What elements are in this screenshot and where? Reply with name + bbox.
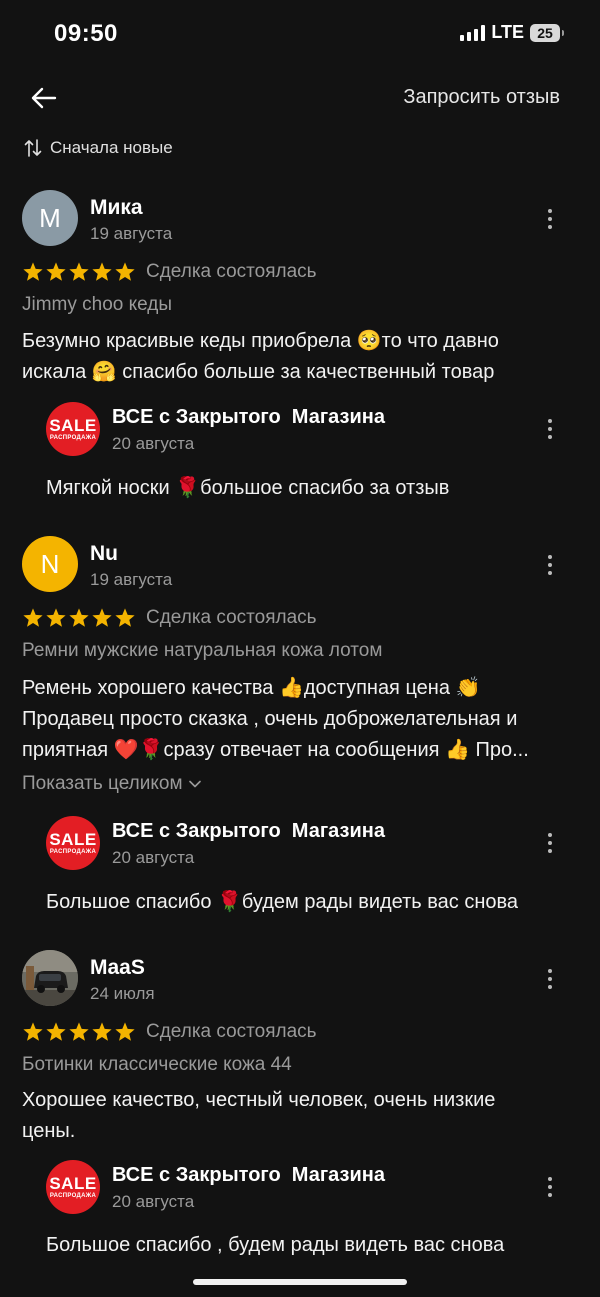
deal-status: Сделка состоялась	[146, 261, 317, 282]
review-card: М Мика 19 августа Сделка состоялась Jimm…	[0, 190, 600, 510]
chevron-down-icon	[188, 780, 201, 788]
seller-logo[interactable]: SALE РАСПРОДАЖА	[46, 402, 100, 456]
star-icon	[92, 608, 112, 627]
star-rating	[22, 261, 136, 283]
reply-date: 20 августа	[112, 1192, 195, 1211]
star-icon	[23, 262, 43, 281]
more-options-icon[interactable]	[538, 550, 562, 580]
star-icon	[23, 1022, 43, 1041]
sort-label: Сначала новые	[50, 138, 173, 157]
seller-name[interactable]: ВСЕ с Закрытого Магазина	[112, 820, 385, 843]
user-name[interactable]: Мика	[90, 196, 143, 220]
more-options-icon[interactable]	[538, 964, 562, 994]
request-review-button[interactable]: Запросить отзыв	[403, 86, 560, 109]
star-rating	[22, 1021, 136, 1043]
show-more-button[interactable]: Показать целиком	[22, 773, 201, 795]
avatar[interactable]: М	[22, 190, 78, 246]
star-icon	[115, 1022, 135, 1041]
sort-arrows-icon	[24, 139, 42, 157]
star-icon	[23, 608, 43, 627]
reply-date: 20 августа	[112, 848, 195, 867]
product-name[interactable]: Jimmy choo кеды	[22, 294, 172, 316]
back-button[interactable]	[24, 80, 64, 116]
product-name[interactable]: Ботинки классические кожа 44	[22, 1054, 292, 1076]
more-options-icon[interactable]	[538, 204, 562, 234]
arrow-left-icon	[31, 87, 57, 109]
star-rating	[22, 607, 136, 629]
user-name[interactable]: Nu	[90, 542, 118, 566]
deal-status: Сделка состоялась	[146, 1021, 317, 1042]
star-icon	[92, 262, 112, 281]
seller-name[interactable]: ВСЕ с Закрытого Магазина	[112, 1164, 385, 1187]
star-icon	[46, 1022, 66, 1041]
reply-date: 20 августа	[112, 434, 195, 453]
seller-reply-text: Мягкой носки 🌹большое спасибо за отзыв	[46, 477, 450, 499]
seller-reply-text: Большое спасибо 🌹будем рады видеть вас с…	[46, 891, 519, 913]
star-icon	[69, 608, 89, 627]
status-indicators: LTE 25	[460, 22, 564, 43]
review-text: Хорошее качество, честный человек, очень…	[22, 1089, 496, 1142]
star-icon	[92, 1022, 112, 1041]
rating-row: Сделка состоялась	[22, 607, 317, 629]
status-bar: 09:50 LTE 25	[0, 0, 600, 70]
review-card: N Nu 19 августа Сделка состоялась Ремни …	[0, 536, 600, 916]
review-text: Ремень хорошего качества 👍доступная цена…	[22, 677, 529, 761]
avatar[interactable]	[22, 950, 78, 1006]
reply-more-options-icon[interactable]	[538, 1172, 562, 1202]
seller-reply-text: Большое спасибо , будем рады видеть вас …	[46, 1234, 505, 1256]
star-icon	[115, 262, 135, 281]
reply-more-options-icon[interactable]	[538, 414, 562, 444]
star-icon	[46, 262, 66, 281]
review-text: Безумно красивые кеды приобрела 🥺то что …	[22, 330, 499, 383]
review-card: MaaS 24 июля Сделка состоялась Ботинки к…	[0, 950, 600, 1270]
star-icon	[46, 608, 66, 627]
sort-button[interactable]: Сначала новые	[24, 138, 173, 158]
avatar[interactable]: N	[22, 536, 78, 592]
battery-level: 25	[537, 24, 553, 41]
star-icon	[69, 262, 89, 281]
seller-name[interactable]: ВСЕ с Закрытого Магазина	[112, 406, 385, 429]
reply-more-options-icon[interactable]	[538, 828, 562, 858]
rating-row: Сделка состоялась	[22, 261, 317, 283]
home-indicator[interactable]	[193, 1279, 407, 1285]
user-name[interactable]: MaaS	[90, 956, 145, 980]
review-date: 19 августа	[90, 224, 173, 243]
signal-icon	[460, 24, 486, 41]
star-icon	[69, 1022, 89, 1041]
car-photo-icon	[22, 950, 78, 1006]
network-type: LTE	[491, 22, 524, 42]
seller-logo[interactable]: SALE РАСПРОДАЖА	[46, 1160, 100, 1214]
star-icon	[115, 608, 135, 627]
seller-logo[interactable]: SALE РАСПРОДАЖА	[46, 816, 100, 870]
status-time: 09:50	[54, 20, 118, 47]
rating-row: Сделка состоялась	[22, 1021, 317, 1043]
deal-status: Сделка состоялась	[146, 607, 317, 628]
top-bar: Запросить отзыв	[0, 70, 600, 126]
review-date: 24 июля	[90, 984, 155, 1003]
product-name[interactable]: Ремни мужские натуральная кожа лотом	[22, 640, 382, 662]
review-date: 19 августа	[90, 570, 173, 589]
battery-icon: 25	[530, 23, 564, 42]
